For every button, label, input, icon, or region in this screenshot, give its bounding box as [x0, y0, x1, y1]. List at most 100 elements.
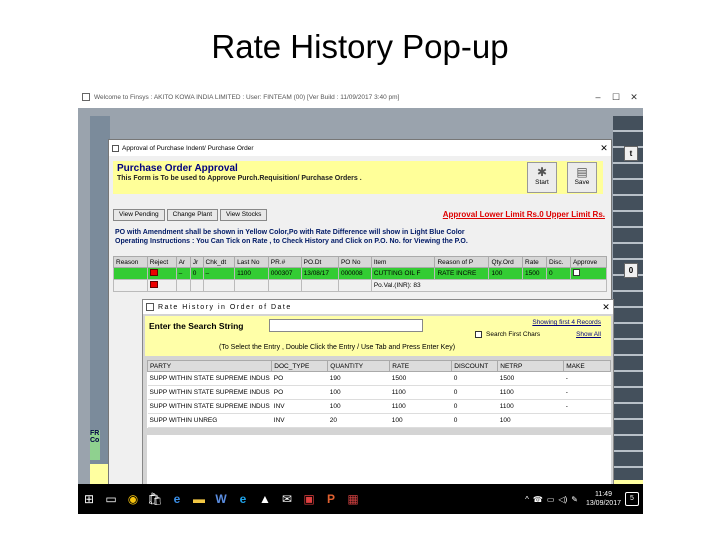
- table-row[interactable]: SUPP WITHIN STATE SUPREME INDUS PO 100 1…: [147, 385, 611, 400]
- approval-window-titlebar: Approval of Purchase Indent/ Purchase Or…: [109, 140, 611, 156]
- quantity-cell: 100: [327, 399, 390, 414]
- make-cell: -: [563, 399, 611, 414]
- chrome-icon[interactable]: ◉: [122, 484, 144, 514]
- column-header: Chk_dt: [202, 256, 236, 268]
- make-cell: -: [563, 371, 611, 386]
- file-explorer-icon[interactable]: ▬: [188, 484, 210, 514]
- empty-cell: [202, 279, 236, 292]
- minimize-icon[interactable]: –: [589, 92, 607, 102]
- po-approval-header: Purchase Order Approval This Form is To …: [113, 161, 603, 194]
- netrp-cell: 1100: [497, 385, 564, 400]
- column-header: PO.Dt: [300, 256, 339, 268]
- photos-icon[interactable]: ▦: [342, 484, 364, 514]
- jr-cell: 0: [189, 267, 204, 280]
- save-button[interactable]: ▤ Save: [567, 162, 597, 193]
- rate-cell[interactable]: 1500: [522, 267, 547, 280]
- column-header: DOC_TYPE: [271, 360, 329, 372]
- start-label: Start: [535, 179, 549, 186]
- screenshot-frame: Welcome to Finsys : AKITO KOWA INDIA LIM…: [78, 86, 643, 514]
- party-cell: SUPP WITHIN UNREG: [147, 413, 272, 428]
- operating-notes: PO with Amendment shall be shown in Yell…: [115, 228, 607, 246]
- volume-icon[interactable]: ◁): [558, 495, 567, 504]
- party-cell: SUPP WITHIN STATE SUPREME INDUS: [147, 385, 272, 400]
- main-window-title: Welcome to Finsys : AKITO KOWA INDIA LIM…: [94, 93, 400, 101]
- left-panel: [90, 116, 110, 484]
- rate-cell: 1500: [389, 371, 452, 386]
- reject-checkbox[interactable]: [149, 281, 158, 288]
- internet-explorer-icon[interactable]: e: [232, 484, 254, 514]
- close-icon[interactable]: ✕: [625, 92, 643, 103]
- column-header: Rate: [522, 256, 547, 268]
- last-no-cell: 1100: [234, 267, 269, 280]
- column-header: PR.#: [267, 256, 302, 268]
- right-panel: [613, 116, 643, 484]
- word-icon[interactable]: W: [210, 484, 232, 514]
- finsys-icon[interactable]: ▣: [298, 484, 320, 514]
- main-window-body: t 0 FR Co ys C Approval of Purchase Inde…: [78, 108, 643, 507]
- rate-history-table: PARTY DOC_TYPE QUANTITY RATE DISCOUNT NE…: [146, 360, 611, 428]
- search-panel: Enter the Search String Showing first 4 …: [145, 316, 611, 356]
- network-icon[interactable]: ▭: [547, 495, 555, 504]
- make-cell: [563, 413, 611, 428]
- view-pending-button[interactable]: View Pending: [113, 209, 165, 221]
- graduation-app-icon[interactable]: ▲: [254, 484, 276, 514]
- mail-icon[interactable]: ✉: [276, 484, 298, 514]
- approval-limit-link[interactable]: Approval Lower Limit Rs.0 Upper Limit Rs…: [443, 210, 605, 219]
- column-header: Last No: [234, 256, 269, 268]
- empty-cell: [113, 279, 148, 292]
- edge-icon[interactable]: e: [166, 484, 188, 514]
- reason-cell[interactable]: [113, 267, 148, 280]
- system-tray: ^ ☎ ▭ ◁) ✎ 11:49 13/09/2017 5: [525, 490, 643, 508]
- column-header: DISCOUNT: [451, 360, 499, 372]
- table-row[interactable]: SUPP WITHIN UNREG INV 20 100 0 100: [147, 413, 611, 428]
- change-plant-button[interactable]: Change Plant: [166, 209, 219, 221]
- notification-icon[interactable]: 5: [625, 492, 639, 506]
- column-header: MAKE: [563, 360, 611, 372]
- table-row[interactable]: SUPP WITHIN STATE SUPREME INDUS INV 100 …: [147, 399, 611, 414]
- search-first-chars-checkbox[interactable]: [475, 331, 482, 338]
- discount-cell: 0: [451, 399, 498, 414]
- window-icon: [146, 303, 154, 311]
- bottom-left-label: FR Co: [90, 430, 100, 460]
- pen-icon[interactable]: ✎: [571, 495, 578, 504]
- rate-history-popup: Rate History in Order of Date ✕ Enter th…: [142, 299, 614, 507]
- table-row[interactable]: SUPP WITHIN STATE SUPREME INDUS PO 190 1…: [147, 371, 611, 386]
- approval-window-title: Approval of Purchase Indent/ Purchase Or…: [122, 144, 254, 152]
- make-cell: -: [563, 385, 611, 400]
- reject-checkbox[interactable]: [149, 269, 158, 276]
- approve-cell[interactable]: [569, 267, 608, 280]
- reject-cell[interactable]: [146, 267, 177, 280]
- phone-icon[interactable]: ☎: [533, 495, 543, 504]
- close-icon[interactable]: ✕: [599, 302, 613, 313]
- show-all-link[interactable]: Show All: [576, 331, 601, 338]
- start-button[interactable]: ✱ Start: [527, 162, 557, 193]
- search-input[interactable]: [269, 319, 423, 332]
- pr-no-cell: 000307: [267, 267, 302, 280]
- party-cell: SUPP WITHIN STATE SUPREME INDUS: [147, 399, 272, 414]
- po-value-cell: Po.Val.(INR): 83: [370, 279, 608, 292]
- po-approval-table: Reason Reject Ar Jr Chk_dt Last No PR.# …: [113, 256, 608, 292]
- tray-expand-icon[interactable]: ^: [525, 495, 529, 504]
- store-icon[interactable]: 🛍: [144, 484, 166, 514]
- reject-cell[interactable]: [146, 279, 177, 292]
- quantity-cell: 190: [327, 371, 390, 386]
- po-no-cell[interactable]: 000008: [337, 267, 372, 280]
- save-label: Save: [574, 179, 590, 186]
- showing-records-link[interactable]: Showing first 4 Records: [532, 319, 601, 326]
- rate-cell: 1100: [389, 385, 452, 400]
- task-view-icon[interactable]: ▭: [100, 484, 122, 514]
- table-row[interactable]: – 0 – 1100 000307 13/08/17 000008 CUTTIN…: [113, 267, 608, 280]
- approve-checkbox[interactable]: [572, 269, 580, 276]
- view-stocks-button[interactable]: View Stocks: [220, 209, 268, 221]
- powerpoint-icon[interactable]: P: [320, 484, 342, 514]
- windows-start-icon[interactable]: ⊞: [78, 484, 100, 514]
- search-first-chars-option[interactable]: Search First Chars: [475, 331, 540, 338]
- column-header: Qty.Ord: [488, 256, 524, 268]
- instructions-text: (To Select the Entry , Double Click the …: [219, 344, 456, 351]
- column-header: Reject: [146, 256, 177, 268]
- start-icon: ✱: [536, 165, 548, 179]
- close-icon[interactable]: ✕: [597, 143, 611, 154]
- clock[interactable]: 11:49 13/09/2017: [586, 490, 621, 508]
- maximize-icon[interactable]: ☐: [607, 92, 625, 103]
- column-header: Ar: [175, 256, 191, 268]
